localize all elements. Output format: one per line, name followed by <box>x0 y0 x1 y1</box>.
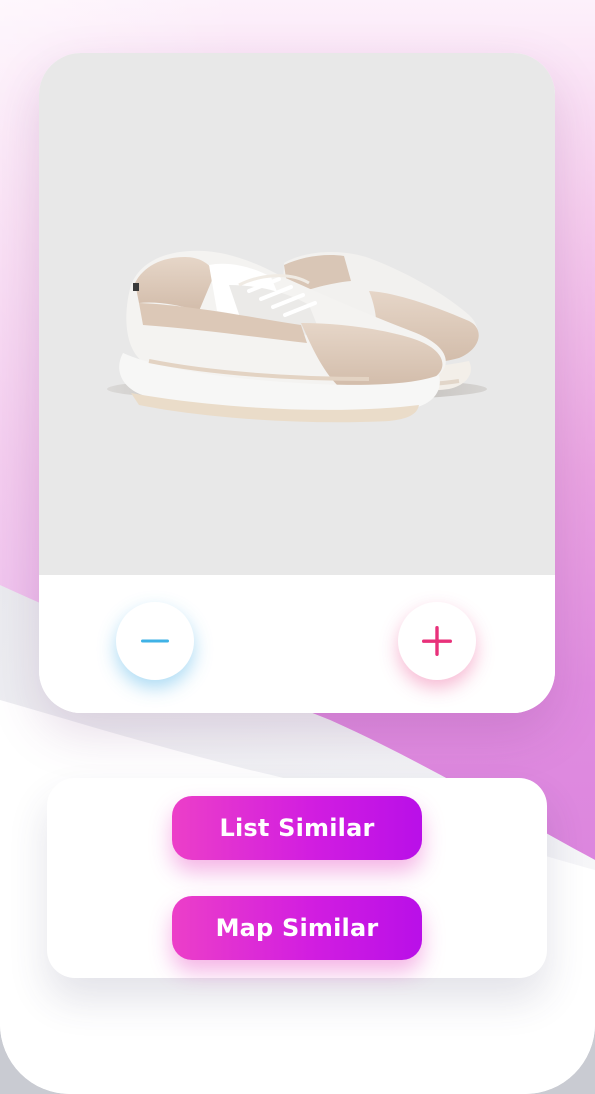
minus-icon <box>141 639 169 643</box>
product-image <box>39 53 555 575</box>
actions-card: List Similar Map Similar <box>47 778 547 978</box>
quantity-controls <box>39 575 555 713</box>
screen: List Similar Map Similar <box>0 0 595 1094</box>
map-similar-button[interactable]: Map Similar <box>172 896 422 960</box>
decrement-button[interactable] <box>116 602 194 680</box>
app-frame: List Similar Map Similar <box>0 0 595 1094</box>
plus-icon <box>422 626 452 656</box>
list-similar-button[interactable]: List Similar <box>172 796 422 860</box>
sneaker-image <box>107 250 487 423</box>
product-card <box>39 53 555 713</box>
increment-button[interactable] <box>398 602 476 680</box>
